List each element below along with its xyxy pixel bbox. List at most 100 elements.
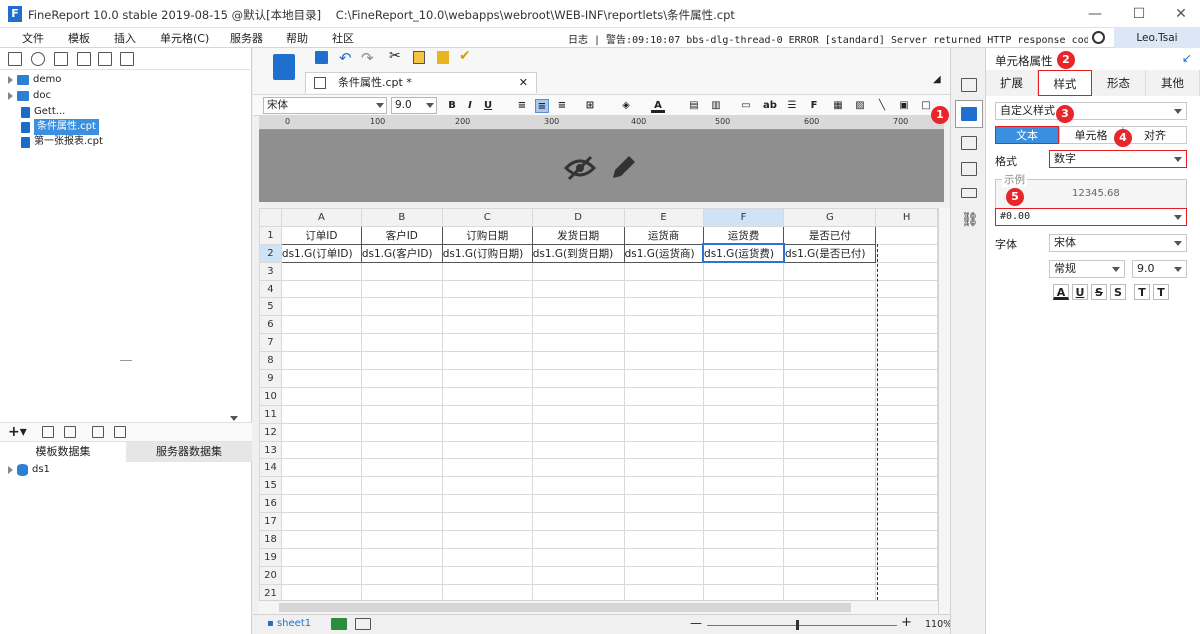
format-painter-icon[interactable]: ✔ xyxy=(459,48,471,64)
menu-server[interactable]: 服务器 xyxy=(230,30,263,46)
cell[interactable] xyxy=(623,351,704,371)
refresh-icon[interactable] xyxy=(31,52,45,66)
cell[interactable] xyxy=(783,494,877,514)
log-message[interactable]: 日志 | 警告:09:10:07 bbs-dlg-thread-0 ERROR … xyxy=(568,31,1088,46)
cell[interactable] xyxy=(360,422,443,442)
menu-community[interactable]: 社区 xyxy=(332,30,354,46)
cell[interactable] xyxy=(783,547,877,567)
row-header[interactable]: 9 xyxy=(259,369,282,388)
cell[interactable] xyxy=(280,279,362,299)
cell[interactable]: ds1.G(客户ID) xyxy=(360,243,443,263)
cell[interactable] xyxy=(623,458,704,478)
cell[interactable] xyxy=(875,279,938,299)
cell[interactable] xyxy=(623,530,704,549)
column-header[interactable]: E xyxy=(623,208,704,227)
vertical-scrollbar[interactable] xyxy=(938,208,950,614)
strikethrough-button[interactable]: S xyxy=(1091,284,1107,300)
cell[interactable] xyxy=(702,315,785,335)
column-header[interactable]: D xyxy=(531,208,625,227)
style-type-select[interactable]: 自定义样式 xyxy=(995,102,1187,120)
insert-image-icon[interactable]: ▨ xyxy=(853,99,867,113)
sheet-table[interactable]: A B C D E F G H 1 订单ID 客户ID 订购日期 发货日期 运货商 运货费 是否已付 2 ds1.… xyxy=(259,208,938,603)
cell[interactable] xyxy=(702,458,785,478)
tab-other[interactable]: 其他 xyxy=(1146,70,1200,96)
rename-icon[interactable] xyxy=(77,52,91,66)
cell[interactable] xyxy=(623,386,704,406)
cell[interactable] xyxy=(531,386,625,406)
merge-icon[interactable]: ▤ xyxy=(687,99,701,113)
insert-chart-icon[interactable]: ▦ xyxy=(831,99,845,113)
align-center-icon[interactable]: ≡ xyxy=(535,99,549,113)
cell[interactable] xyxy=(280,404,362,424)
cell[interactable] xyxy=(702,297,785,317)
cell[interactable] xyxy=(360,351,443,371)
cell[interactable] xyxy=(875,333,938,353)
row-header[interactable]: 6 xyxy=(259,315,282,335)
cell[interactable] xyxy=(783,261,877,281)
widget-attr-icon[interactable] xyxy=(961,78,977,92)
cell[interactable] xyxy=(531,512,625,532)
tree-item-first-report[interactable]: 第一张报表.cpt xyxy=(21,134,103,150)
cell-attr-button[interactable] xyxy=(955,100,983,128)
row-header[interactable]: 8 xyxy=(259,351,282,371)
cell[interactable] xyxy=(280,261,362,281)
cell[interactable] xyxy=(702,386,785,406)
column-header[interactable]: H xyxy=(875,208,938,227)
row-header[interactable]: 3 xyxy=(259,261,282,281)
sheet-tab[interactable]: ▪ sheet1 xyxy=(267,618,311,629)
cell[interactable] xyxy=(531,279,625,299)
selected-cell[interactable]: ds1.G(运货费) xyxy=(702,243,785,264)
cell[interactable] xyxy=(702,351,785,371)
expand-icon[interactable] xyxy=(8,92,13,100)
edit-pencil-icon[interactable] xyxy=(609,152,637,182)
cell[interactable] xyxy=(702,530,785,549)
cell[interactable] xyxy=(875,547,938,567)
cell[interactable] xyxy=(280,422,362,442)
expand-toolbar-icon[interactable]: ◢ xyxy=(933,74,941,85)
delete-icon[interactable] xyxy=(64,426,76,438)
column-header[interactable]: C xyxy=(441,208,533,227)
row-header[interactable]: 11 xyxy=(259,404,282,424)
font-color-button[interactable]: A xyxy=(1053,284,1069,300)
subtab-align[interactable]: 对齐 xyxy=(1123,126,1187,144)
menu-cell[interactable]: 单元格(C) xyxy=(160,30,209,46)
cell[interactable] xyxy=(360,333,443,353)
cell[interactable] xyxy=(623,440,704,460)
tab-extend[interactable]: 扩展 xyxy=(986,70,1038,96)
horizontal-scrollbar[interactable] xyxy=(259,600,938,614)
undo-icon[interactable]: ↶ xyxy=(339,49,352,67)
row-header[interactable]: 15 xyxy=(259,476,282,496)
cell[interactable]: 运货商 xyxy=(623,225,704,245)
cell[interactable] xyxy=(623,315,704,335)
cell[interactable] xyxy=(783,565,877,585)
collapse-panel-icon[interactable]: ↙ xyxy=(1182,51,1192,65)
cell[interactable] xyxy=(623,494,704,514)
row-header[interactable]: 4 xyxy=(259,279,282,299)
cell[interactable] xyxy=(280,369,362,388)
cell[interactable] xyxy=(875,530,938,549)
cell[interactable] xyxy=(280,494,362,514)
cell[interactable] xyxy=(531,458,625,478)
cell[interactable] xyxy=(623,422,704,442)
row-header[interactable]: 16 xyxy=(259,494,282,514)
minimize-button[interactable]: — xyxy=(1080,4,1110,24)
cell[interactable] xyxy=(441,476,533,496)
cell[interactable] xyxy=(531,315,625,335)
align-left-icon[interactable]: ≡ xyxy=(515,99,529,113)
cell[interactable] xyxy=(623,279,704,299)
cell[interactable] xyxy=(783,422,877,442)
cell[interactable] xyxy=(875,476,938,496)
insert-slash-icon[interactable]: ╲ xyxy=(875,99,889,113)
cell[interactable] xyxy=(360,279,443,299)
cell[interactable] xyxy=(783,512,877,532)
row-header[interactable]: 20 xyxy=(259,565,282,585)
cell[interactable]: 客户ID xyxy=(360,225,443,245)
cell[interactable] xyxy=(875,351,938,371)
cell[interactable] xyxy=(875,297,938,317)
tab-document[interactable]: 条件属性.cpt * ✕ xyxy=(305,72,537,93)
cell[interactable] xyxy=(702,369,785,388)
dataset-item-ds1[interactable]: ds1 xyxy=(8,462,50,478)
underline-icon[interactable]: U xyxy=(481,99,495,113)
cell[interactable] xyxy=(280,333,362,353)
insert-data-icon[interactable]: ▭ xyxy=(739,99,753,113)
